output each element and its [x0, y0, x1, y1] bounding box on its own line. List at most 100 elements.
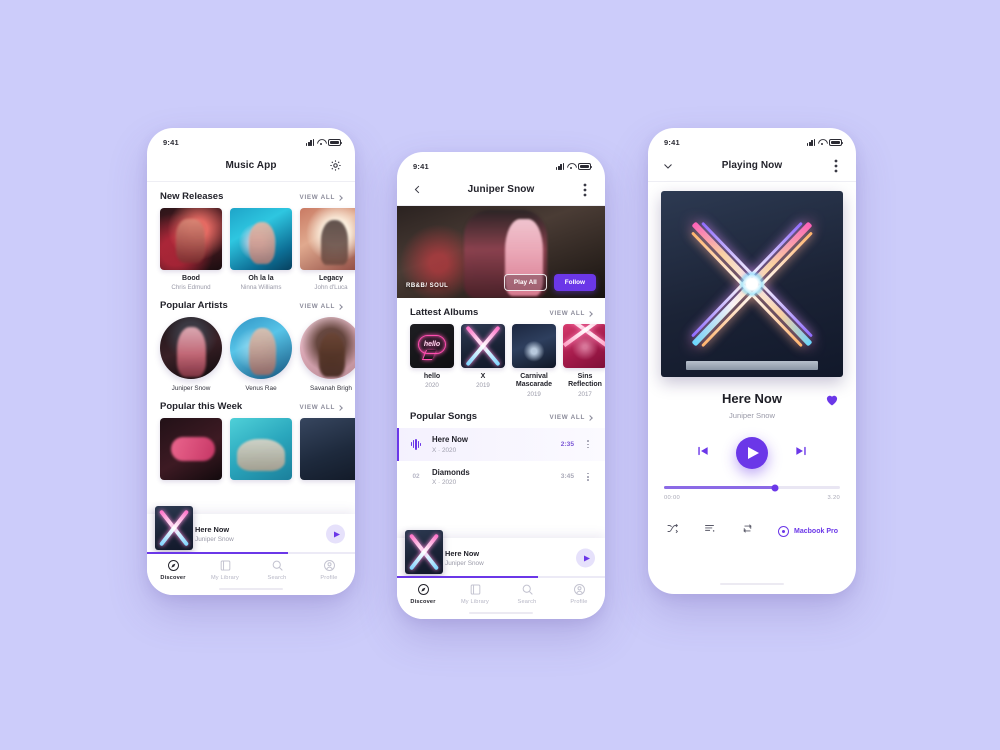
artist-card[interactable]: Savanah Brigh [300, 317, 355, 392]
kebab-menu-icon[interactable] [578, 183, 592, 197]
playback-controls [648, 437, 856, 469]
tab-discover[interactable]: Discover [147, 559, 199, 581]
play-icon[interactable] [326, 524, 345, 544]
kebab-menu-icon[interactable] [829, 159, 843, 173]
bottom-tab-bar: Discover My Library Search Profile [397, 578, 605, 619]
mini-player[interactable]: Here Now Juniper Snow [397, 530, 605, 578]
seek-bar[interactable] [664, 484, 840, 491]
phone2-navbar: Juniper Snow [397, 174, 605, 206]
now-playing-title: Here Now [722, 391, 782, 406]
total-time: 3.20 [827, 495, 840, 501]
album-artwork [300, 208, 355, 270]
album-card[interactable]: Carnival Mascarade 2019 [512, 324, 556, 398]
song-row[interactable]: Here Now X · 2020 2:35 [397, 428, 605, 461]
heart-filled-icon[interactable] [826, 393, 838, 411]
phone1-navbar: Music App [147, 150, 355, 182]
home-indicator [219, 587, 283, 590]
status-time: 9:41 [413, 161, 429, 171]
tab-search[interactable]: Search [251, 559, 303, 581]
artist-hero-banner: RB&B/ SOUL Play All Follow [397, 206, 605, 298]
album-artwork [563, 324, 605, 368]
kebab-menu-icon[interactable] [583, 472, 593, 481]
albums-row: hello hello 2020 X 2019 Carnival Mascara… [397, 324, 605, 398]
book-icon [219, 559, 232, 572]
tab-my-library[interactable]: My Library [449, 583, 501, 605]
now-playing-artist: Juniper Snow [728, 411, 775, 420]
section-header-popular-songs: Popular Songs VIEW ALL [397, 398, 605, 428]
queue-list-icon[interactable] [703, 522, 716, 540]
album-card[interactable]: Oh la la Ninna Williams [230, 208, 292, 291]
mini-player[interactable]: Here Now Juniper Snow [147, 506, 355, 554]
page-title: Music App [225, 160, 277, 171]
tab-profile[interactable]: Profile [553, 583, 605, 605]
gear-icon[interactable] [328, 159, 342, 173]
chevron-down-icon[interactable] [661, 159, 675, 173]
chevron-right-icon [587, 310, 593, 317]
view-all-popular-week[interactable]: VIEW ALL [300, 404, 343, 411]
repeat-icon[interactable] [741, 522, 754, 540]
view-all-popular-artists[interactable]: VIEW ALL [300, 303, 343, 310]
week-card[interactable] [300, 418, 355, 480]
album-card[interactable]: Bood Chris Edmund [160, 208, 222, 291]
song-index: 02 [412, 473, 420, 481]
seek-knob[interactable] [771, 484, 779, 491]
search-icon [271, 559, 284, 572]
seek-times: 00:00 3.20 [664, 495, 840, 501]
artist-card[interactable]: Juniper Snow [160, 317, 222, 392]
wifi-icon [567, 163, 575, 170]
popular-artists-row: Juniper Snow Venus Rae Savanah Brigh [147, 317, 355, 392]
neon-x-graphic [155, 506, 193, 550]
compass-icon [167, 559, 180, 572]
album-card[interactable]: hello hello 2020 [410, 324, 454, 398]
play-icon[interactable] [576, 548, 595, 568]
follow-button[interactable]: Follow [553, 274, 596, 291]
album-title: Sins Reflection [568, 373, 602, 389]
cellular-signal-icon [306, 138, 314, 146]
tab-search[interactable]: Search [501, 583, 553, 605]
week-card[interactable] [160, 418, 222, 480]
tab-discover[interactable]: Discover [397, 583, 449, 605]
album-artwork [512, 324, 556, 368]
section-header-popular-week: Popular this Week VIEW ALL [147, 392, 355, 418]
shuffle-icon[interactable] [666, 522, 679, 540]
mini-player-artwork [405, 530, 443, 574]
view-all-songs[interactable]: VIEW ALL [550, 414, 593, 421]
new-releases-row: Bood Chris Edmund Oh la la Ninna William… [147, 208, 355, 291]
artwork-shelf [686, 360, 818, 370]
screenshot-stage: 9:41 Music App New Releases VIEW ALL Boo… [0, 0, 1000, 750]
album-title: Oh la la [248, 275, 274, 282]
tab-label: Search [267, 575, 287, 581]
artist-card[interactable]: Venus Rae [230, 317, 292, 392]
album-year: 2019 [527, 391, 541, 399]
view-all-new-releases[interactable]: VIEW ALL [300, 194, 343, 201]
album-year: 2019 [476, 382, 490, 389]
tab-profile[interactable]: Profile [303, 559, 355, 581]
album-artist: John d'Luca [314, 284, 348, 291]
album-card[interactable]: Sins Reflection 2017 [563, 324, 605, 398]
album-year: 2017 [578, 391, 592, 399]
play-icon[interactable] [736, 437, 768, 469]
week-card[interactable] [230, 418, 292, 480]
view-all-albums[interactable]: VIEW ALL [550, 310, 593, 317]
page-title: Juniper Snow [467, 184, 535, 195]
chevron-left-icon[interactable] [410, 183, 424, 197]
chevron-right-icon [587, 414, 593, 421]
tab-label: Profile [570, 599, 588, 605]
mini-player-artist: Juniper Snow [195, 536, 234, 543]
play-all-button[interactable]: Play All [503, 274, 547, 291]
device-selector[interactable]: Macbook Pro [778, 525, 838, 537]
skip-previous-icon[interactable] [696, 444, 710, 463]
cellular-signal-icon [807, 138, 815, 146]
chevron-right-icon [337, 404, 343, 411]
album-card[interactable]: Legacy John d'Luca [300, 208, 355, 291]
mini-player-title: Here Now [445, 549, 480, 558]
album-card[interactable]: X 2019 [461, 324, 505, 398]
phone-notch [211, 128, 291, 140]
song-row[interactable]: 02 Diamonds X · 2020 3:45 [397, 461, 605, 494]
tab-my-library[interactable]: My Library [199, 559, 251, 581]
phone-notch [461, 152, 541, 164]
skip-next-icon[interactable] [794, 444, 808, 463]
mini-player-artwork [155, 506, 193, 550]
kebab-menu-icon[interactable] [583, 440, 593, 449]
song-duration: 3:45 [560, 473, 574, 481]
